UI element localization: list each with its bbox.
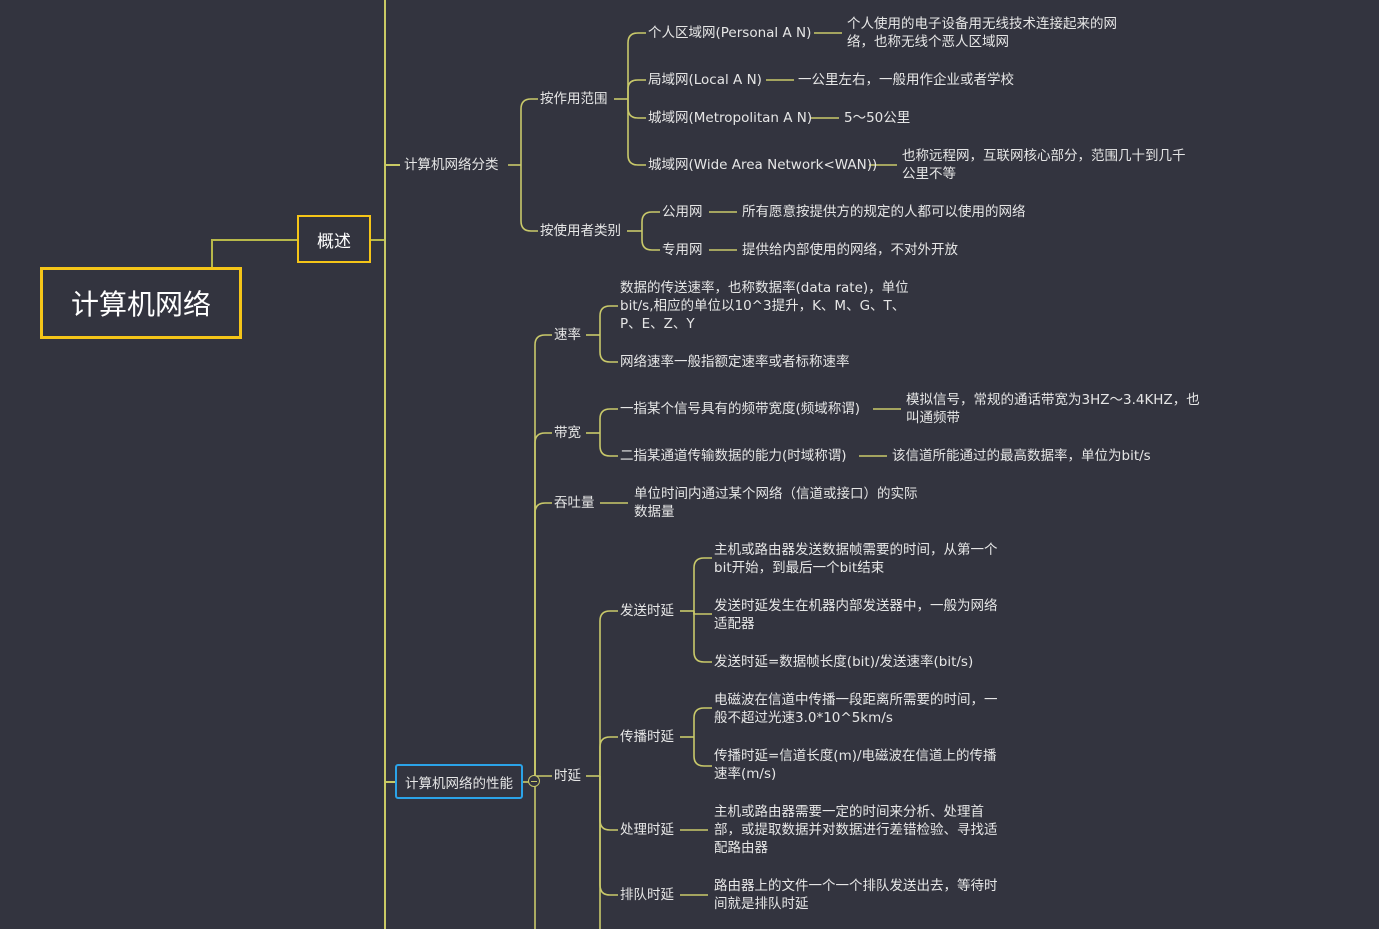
collapse-toggle-icon[interactable] — [528, 775, 540, 787]
man-desc[interactable]: 5～50公里 — [844, 109, 910, 127]
bandwidth-freq-desc[interactable]: 模拟信号，常规的通话带宽为3HZ～3.4KHZ，也 叫通频带 — [906, 391, 1200, 427]
bandwidth-node[interactable]: 带宽 — [554, 424, 581, 442]
performance-node[interactable]: 计算机网络的性能 — [395, 764, 523, 799]
send-delay-desc-3[interactable]: 发送时延=数据帧长度(bit)/发送速率(bit/s) — [714, 653, 973, 671]
overview-node[interactable]: 概述 — [297, 215, 371, 263]
throughput-desc[interactable]: 单位时间内通过某个网络（信道或接口）的实际 数据量 — [634, 485, 918, 521]
lan-desc[interactable]: 一公里左右，一般用作企业或者学校 — [798, 71, 1014, 89]
throughput-node[interactable]: 吞吐量 — [554, 494, 595, 512]
delay-node[interactable]: 时延 — [554, 767, 581, 785]
pan-node[interactable]: 个人区域网(Personal A N) — [648, 24, 811, 42]
bandwidth-time-desc[interactable]: 该信道所能通过的最高数据率，单位为bit/s — [892, 447, 1151, 465]
send-delay-desc-2[interactable]: 发送时延发生在机器内部发送器中，一般为网络 适配器 — [714, 597, 998, 633]
wan-desc[interactable]: 也称远程网，互联网核心部分，范围几十到几千 公里不等 — [902, 147, 1186, 183]
queue-delay-node[interactable]: 排队时延 — [620, 886, 674, 904]
public-net-node[interactable]: 公用网 — [662, 203, 703, 221]
pan-desc[interactable]: 个人使用的电子设备用无线技术连接起来的网 络，也称无线个恶人区域网 — [847, 15, 1117, 51]
prop-delay-desc-1[interactable]: 电磁波在信道中传播一段距离所需要的时间，一 般不超过光速3.0*10^5km/s — [714, 691, 998, 727]
prop-delay-desc-2[interactable]: 传播时延=信道长度(m)/电磁波在信道上的传播 速率(m/s) — [714, 747, 997, 783]
rate-desc-1[interactable]: 数据的传送速率，也称数据率(data rate)，单位 bit/s,相应的单位以… — [620, 279, 909, 333]
bandwidth-freq-node[interactable]: 一指某个信号具有的频带宽度(频域称谓) — [620, 400, 860, 418]
lan-node[interactable]: 局域网(Local A N) — [648, 71, 762, 89]
classification-node[interactable]: 计算机网络分类 — [404, 156, 499, 174]
public-net-desc[interactable]: 所有愿意按提供方的规定的人都可以使用的网络 — [742, 203, 1026, 221]
by-scope-node[interactable]: 按作用范围 — [540, 90, 608, 108]
rate-node[interactable]: 速率 — [554, 326, 581, 344]
root-node[interactable]: 计算机网络 — [40, 267, 242, 339]
private-net-node[interactable]: 专用网 — [662, 241, 703, 259]
private-net-desc[interactable]: 提供给内部使用的网络，不对外开放 — [742, 241, 958, 259]
rate-desc-2[interactable]: 网络速率一般指额定速率或者标称速率 — [620, 353, 850, 371]
bandwidth-time-node[interactable]: 二指某通道传输数据的能力(时域称谓) — [620, 447, 847, 465]
by-user-node[interactable]: 按使用者类别 — [540, 222, 621, 240]
proc-delay-desc[interactable]: 主机或路由器需要一定的时间来分析、处理首 部，或提取数据并对数据进行差错检验、寻… — [714, 803, 998, 857]
queue-delay-desc[interactable]: 路由器上的文件一个一个排队发送出去，等待时 间就是排队时延 — [714, 877, 998, 913]
prop-delay-node[interactable]: 传播时延 — [620, 728, 674, 746]
proc-delay-node[interactable]: 处理时延 — [620, 821, 674, 839]
man-node[interactable]: 城域网(Metropolitan A N) — [648, 109, 812, 127]
wan-node[interactable]: 城域网(Wide Area Network<WAN)) — [648, 156, 877, 174]
send-delay-node[interactable]: 发送时延 — [620, 602, 674, 620]
send-delay-desc-1[interactable]: 主机或路由器发送数据帧需要的时间，从第一个 bit开始，到最后一个bit结束 — [714, 541, 998, 577]
